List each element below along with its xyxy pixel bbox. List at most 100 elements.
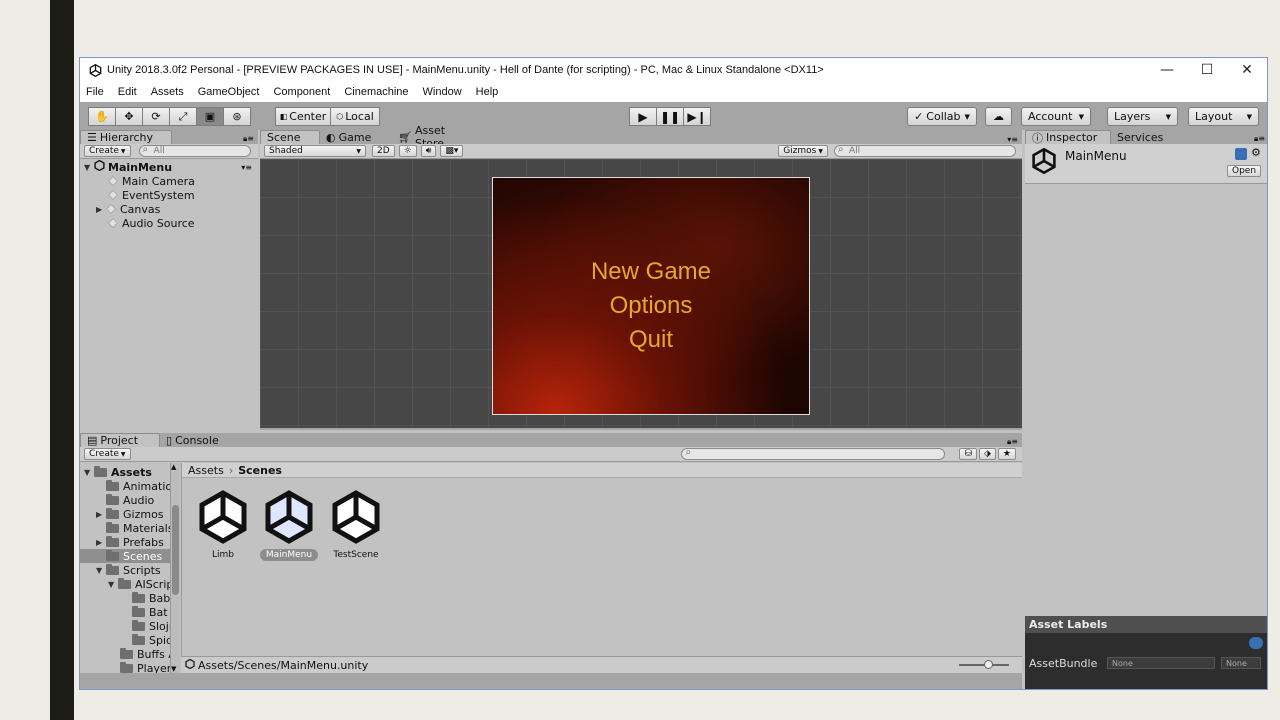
close-button[interactable]: ✕: [1227, 58, 1267, 82]
expand-caret-icon[interactable]: ▼: [84, 163, 94, 172]
pivot-local-button[interactable]: ⬡ Local: [330, 107, 380, 126]
tab-game[interactable]: ◐ Game: [320, 130, 392, 144]
breadcrumb-assets[interactable]: Assets: [188, 464, 224, 477]
label-tag-icon[interactable]: [1249, 637, 1263, 649]
folder-item[interactable]: Materials: [106, 521, 173, 535]
new-game-label[interactable]: New Game: [493, 258, 809, 286]
scale-tool-icon[interactable]: ⤢: [169, 107, 197, 126]
project-lock-icon[interactable]: 🔒︎≡: [1007, 437, 1018, 447]
mode-2d-toggle[interactable]: 2D: [372, 145, 395, 157]
hierarchy-create-button[interactable]: Create ▼: [84, 145, 131, 157]
folder-item[interactable]: Animation: [106, 479, 179, 493]
menu-component[interactable]: Component: [273, 86, 330, 98]
folder-icon: [132, 633, 145, 645]
options-label[interactable]: Options: [493, 292, 809, 320]
unity-logo-icon: [87, 62, 103, 78]
step-icon[interactable]: ▶❙: [683, 107, 711, 126]
scene-asset-tile-selected[interactable]: MainMenu: [259, 490, 319, 561]
layers-dropdown[interactable]: Layers ▼: [1107, 107, 1178, 126]
menu-help[interactable]: Help: [476, 86, 499, 98]
collab-dropdown[interactable]: ✓ Collab ▼: [907, 107, 977, 126]
tab-services[interactable]: Services: [1111, 130, 1181, 144]
favorite-star-icon[interactable]: ★: [997, 448, 1016, 460]
lighting-toggle-icon[interactable]: ☼: [398, 145, 417, 157]
folder-item[interactable]: Audio: [106, 493, 154, 507]
asset-name: MainMenu: [259, 549, 319, 561]
folder-item[interactable]: ▼ Scripts: [96, 563, 161, 577]
tab-scene[interactable]: Scene: [260, 130, 320, 144]
audio-toggle-icon[interactable]: 🔊︎: [420, 145, 437, 157]
asset-variant-dropdown[interactable]: None: [1221, 657, 1261, 669]
gizmos-dropdown[interactable]: Gizmos ▼: [778, 145, 828, 157]
menu-assets[interactable]: Assets: [151, 86, 184, 98]
filter-type-icon[interactable]: ⛁: [959, 448, 977, 460]
folder-tree-scrollbar[interactable]: ▲ ▼: [170, 463, 180, 673]
hierarchy-item[interactable]: Audio Source: [108, 216, 195, 230]
scene-panel-menu-icon[interactable]: ▾≡: [1007, 135, 1018, 144]
scene-asset-tile[interactable]: TestScene: [326, 490, 386, 561]
hierarchy-search-input[interactable]: All: [138, 144, 251, 157]
menu-file[interactable]: File: [86, 86, 104, 98]
pause-icon[interactable]: ❚❚: [656, 107, 684, 126]
tab-hierarchy[interactable]: ☰ Hierarchy: [80, 130, 172, 144]
folder-icon: [132, 605, 145, 617]
tab-console[interactable]: ▯ Console: [160, 433, 230, 447]
settings-gear-icon[interactable]: ⚙: [1251, 146, 1261, 159]
filter-label-icon[interactable]: ⬗: [979, 448, 996, 460]
lock-icon[interactable]: 🔒︎≡: [243, 134, 254, 144]
hierarchy-item[interactable]: EventSystem: [108, 188, 195, 202]
folder-item[interactable]: ▶ Prefabs: [96, 535, 164, 549]
project-create-button[interactable]: Create ▼: [84, 448, 131, 460]
account-dropdown[interactable]: Account ▼: [1021, 107, 1091, 126]
scene-root-item[interactable]: ▼ MainMenu ▾≡: [84, 159, 256, 174]
layout-dropdown[interactable]: Layout ▼: [1188, 107, 1259, 126]
menu-window[interactable]: Window: [423, 86, 462, 98]
hierarchy-subbar: Create▼ All: [80, 144, 258, 159]
move-tool-icon[interactable]: ✥: [115, 107, 143, 126]
menu-gameobject[interactable]: GameObject: [198, 86, 260, 98]
scene-menu-icon[interactable]: ▾≡: [241, 163, 252, 172]
scrollbar-thumb[interactable]: [172, 505, 179, 595]
hand-tool-icon[interactable]: ✋: [88, 107, 116, 126]
menu-cinemachine[interactable]: Cinemachine: [344, 86, 408, 98]
tab-asset-store[interactable]: 🛒︎Asset Store: [392, 124, 482, 150]
project-search-input[interactable]: [681, 447, 946, 460]
hierarchy-item[interactable]: ▶ Canvas: [96, 202, 160, 216]
scroll-up-icon[interactable]: ▲: [171, 463, 176, 471]
open-button[interactable]: Open: [1227, 165, 1261, 177]
transform-tool-icon[interactable]: ⊛: [223, 107, 251, 126]
tab-project[interactable]: ▤ Project: [80, 433, 160, 447]
help-book-icon[interactable]: [1235, 148, 1247, 160]
quit-label[interactable]: Quit: [493, 326, 809, 354]
expand-caret-icon[interactable]: ▶: [96, 205, 106, 214]
folder-item[interactable]: ▶ Gizmos: [96, 507, 164, 521]
ui-canvas-preview[interactable]: New Game Options Quit: [492, 177, 810, 415]
menu-edit[interactable]: Edit: [118, 86, 137, 98]
cloud-icon[interactable]: ☁: [985, 107, 1012, 126]
folder-item[interactable]: Bat: [132, 605, 168, 619]
folder-item[interactable]: Spid: [132, 633, 173, 647]
maximize-button[interactable]: ☐: [1187, 58, 1227, 82]
effects-toggle-icon[interactable]: ▩▾: [440, 145, 464, 157]
inspector-lock-icon[interactable]: 🔒︎≡: [1254, 134, 1265, 144]
breadcrumb-scenes[interactable]: Scenes: [238, 464, 282, 477]
zoom-slider-thumb[interactable]: [984, 660, 993, 669]
folder-item[interactable]: ▼ AIScrip: [108, 577, 173, 591]
scene-asset-tile[interactable]: Limb: [193, 490, 253, 561]
rect-tool-icon[interactable]: ▣: [196, 107, 224, 126]
editor-status-bar: [80, 673, 1022, 689]
folder-assets[interactable]: ▼ Assets: [84, 465, 152, 479]
hierarchy-item[interactable]: Main Camera: [108, 174, 195, 188]
tab-inspector[interactable]: ⓘ Inspector: [1025, 130, 1111, 145]
folder-item-selected[interactable]: Scenes: [80, 549, 180, 563]
play-icon[interactable]: ▶: [629, 107, 657, 126]
rotate-tool-icon[interactable]: ⟳: [142, 107, 170, 126]
shading-dropdown[interactable]: Shaded ▼: [264, 145, 366, 157]
scroll-down-icon[interactable]: ▼: [171, 665, 176, 673]
folder-item[interactable]: Player: [120, 661, 171, 673]
asset-bundle-dropdown[interactable]: None: [1107, 657, 1215, 669]
pivot-center-button[interactable]: ◧ Center: [275, 107, 331, 126]
minimize-button[interactable]: —: [1147, 58, 1187, 82]
scene-search-input[interactable]: All: [834, 144, 1016, 157]
folder-item[interactable]: Buffs A: [120, 647, 176, 661]
